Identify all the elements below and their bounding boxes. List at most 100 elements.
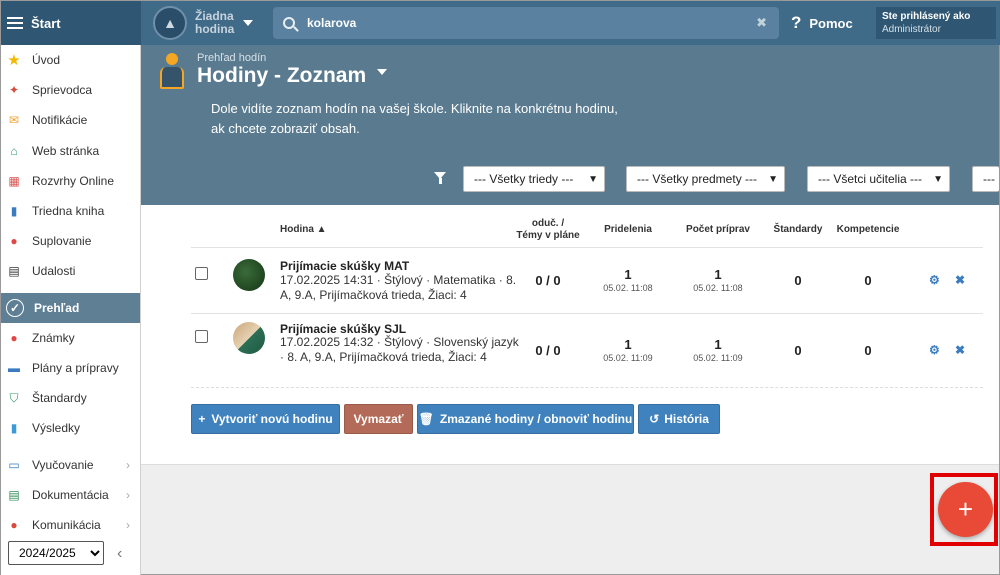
collapse-sidebar-icon[interactable]: ‹	[117, 545, 122, 563]
sidebar-item-dokumentacia[interactable]: ▤ Dokumentácia ›	[1, 480, 140, 510]
chevron-down-icon	[243, 20, 253, 26]
sidebar-item-prehlad[interactable]: ✓ Prehľad	[1, 292, 140, 323]
gear-icon[interactable]: ⚙	[929, 273, 940, 287]
user-box[interactable]: Ste prihlásený ako Administrátor	[876, 7, 996, 39]
breadcrumb[interactable]: Prehľad hodín	[197, 52, 266, 64]
chevron-down-icon[interactable]	[377, 69, 387, 75]
chevron-down-icon: ▼	[768, 174, 778, 185]
kompetencie-value: 0	[864, 273, 872, 288]
lesson-thumbnail	[233, 322, 265, 354]
pocet-date: 05.02. 11:08	[693, 283, 743, 293]
grades-icon: ●	[10, 330, 18, 345]
sidebar-item-znamky[interactable]: ● Známky	[1, 323, 140, 353]
sidebar-item-triedna-kniha[interactable]: ▮ Triedna kniha	[1, 196, 140, 226]
history-icon: ↺	[649, 412, 660, 426]
create-lesson-button[interactable]: + Vytvoriť novú hodinu	[191, 404, 340, 434]
star-icon: ★	[7, 52, 21, 70]
add-fab-button[interactable]: +	[938, 482, 993, 537]
pridelenia-cell: 1 05.02. 11:09	[588, 337, 668, 363]
book-icon: ▮	[10, 204, 18, 219]
person-icon: ●	[10, 234, 18, 249]
gear-icon[interactable]: ⚙	[929, 343, 940, 357]
sidebar-item-label: Udalosti	[32, 264, 76, 279]
teacher-filter-value: --- Všetci učitelia ---	[818, 172, 923, 186]
filter-icon	[434, 172, 446, 184]
timetable-icon: ▦	[8, 173, 20, 188]
sidebar-item-label: Dokumentácia	[32, 487, 109, 502]
sidebar-item-komunikacia[interactable]: ● Komunikácia ›	[1, 510, 140, 540]
sidebar-item-label: Sprievodca	[32, 83, 93, 98]
chevron-down-icon: ▼	[588, 174, 598, 185]
lesson-title[interactable]: Prijímacie skúšky MAT	[280, 259, 409, 273]
sidebar-item-label: Vyučovanie	[32, 457, 94, 472]
sidebar-item-vyucovanie[interactable]: ▭ Vyučovanie ›	[1, 449, 140, 479]
row-checkbox[interactable]	[195, 267, 208, 280]
page-title[interactable]: Hodiny - Zoznam	[197, 64, 366, 88]
intro-text: Dole vidíte zoznam hodín na vašej škole.…	[211, 101, 618, 136]
class-filter[interactable]: --- Všetky triedy --- ▼	[463, 166, 605, 192]
clear-icon[interactable]: ✖	[756, 15, 767, 31]
row-checkbox[interactable]	[195, 330, 208, 343]
page-header: Prehľad hodín Hodiny - Zoznam Dole vidít…	[141, 45, 999, 205]
sidebar-item-plany[interactable]: ▬ Plány a prípravy	[1, 353, 140, 383]
sidebar-item-standardy[interactable]: ⛉ Štandardy	[1, 383, 140, 413]
subject-filter[interactable]: --- Všetky predmety --- ▼	[626, 166, 785, 192]
lesson-details: 17.02.2025 14:32 · Štýlový · Slovenský j…	[280, 335, 519, 364]
sidebar-item-sprievodca[interactable]: ✦ Sprievodca	[1, 75, 140, 105]
sidebar-item-udalosti[interactable]: ▤ Udalosti	[1, 256, 140, 286]
column-header-kompetencie: Kompetencie	[836, 224, 900, 235]
school-year-select[interactable]: 2024/2025	[8, 541, 104, 565]
extra-filter[interactable]: ---	[972, 166, 999, 192]
lessons-card: Hodina ▲ oduč. / Témy v pláne Pridelenia…	[141, 205, 999, 465]
search-box[interactable]: ✖	[273, 7, 779, 39]
pocet-cell: 1 05.02. 11:09	[673, 337, 763, 363]
sidebar-item-vysledky[interactable]: ▮ Výsledky	[1, 413, 140, 443]
sidebar-item-label: Triedna kniha	[32, 204, 105, 219]
question-icon: ?	[791, 13, 802, 32]
open-book-icon: ▭	[8, 457, 20, 472]
class-picker[interactable]: ▲ Žiadna hodina	[153, 6, 253, 40]
pridelenia-cell: 1 05.02. 11:08	[588, 267, 668, 293]
chevron-right-icon: ›	[126, 487, 130, 502]
standardy-value: 0	[794, 343, 802, 358]
sidebar-item-notifikacie[interactable]: ✉ Notifikácie	[1, 105, 140, 135]
class-filter-value: --- Všetky triedy ---	[474, 172, 574, 186]
sidebar-item-rozvrhy[interactable]: ▦ Rozvrhy Online	[1, 166, 140, 196]
sidebar-item-uvod[interactable]: ★ Úvod	[1, 45, 140, 75]
sidebar-item-label: Štandardy	[32, 391, 87, 406]
column-header-hodina[interactable]: Hodina ▲	[280, 224, 327, 236]
pocet-date: 05.02. 11:09	[693, 353, 743, 363]
history-button[interactable]: ↺ História	[638, 404, 720, 434]
start-menu[interactable]: Štart	[1, 1, 141, 45]
help-button[interactable]: ? Pomoc	[791, 13, 853, 33]
sidebar-item-label: Plány a prípravy	[32, 360, 119, 375]
hamburger-icon[interactable]	[7, 14, 23, 32]
deleted-lessons-button[interactable]: 🗑 Zmazané hodiny / obnoviť hodinu	[417, 404, 634, 434]
start-label[interactable]: Štart	[31, 16, 61, 31]
column-header-pridelenia: Pridelenia	[604, 224, 652, 235]
pridelenia-date: 05.02. 11:08	[603, 283, 653, 293]
delete-button[interactable]: Vymazať	[344, 404, 413, 434]
create-lesson-label: Vytvoriť novú hodinu	[211, 412, 333, 426]
sidebar-item-label: Notifikácie	[32, 113, 88, 128]
magic-wand-icon: ✦	[8, 83, 20, 98]
sidebar-item-web[interactable]: ⌂ Web stránka	[1, 136, 140, 166]
close-icon[interactable]: ✖	[955, 343, 965, 357]
lesson-title[interactable]: Prijímacie skúšky SJL	[280, 322, 406, 336]
pocet-cell: 1 05.02. 11:08	[673, 267, 763, 293]
odu-value: 0 / 0	[535, 343, 561, 358]
chat-icon: ●	[10, 517, 18, 532]
teacher-filter[interactable]: --- Všetci učitelia --- ▼	[807, 166, 950, 192]
shield-icon: ⛉	[9, 390, 19, 405]
subject-filter-value: --- Všetky predmety ---	[637, 172, 758, 186]
search-input[interactable]	[307, 16, 737, 30]
sidebar-item-label: Známky	[32, 330, 75, 345]
sidebar-item-suplovanie[interactable]: ● Suplovanie	[1, 226, 140, 256]
sidebar-item-label: Komunikácia	[32, 517, 101, 532]
close-icon[interactable]: ✖	[955, 273, 965, 287]
envelope-icon: ✉	[8, 113, 20, 128]
help-label: Pomoc	[809, 15, 853, 31]
chevron-right-icon: ›	[126, 457, 130, 472]
teacher-icon	[157, 51, 187, 89]
extra-filter-value: ---	[983, 172, 995, 186]
